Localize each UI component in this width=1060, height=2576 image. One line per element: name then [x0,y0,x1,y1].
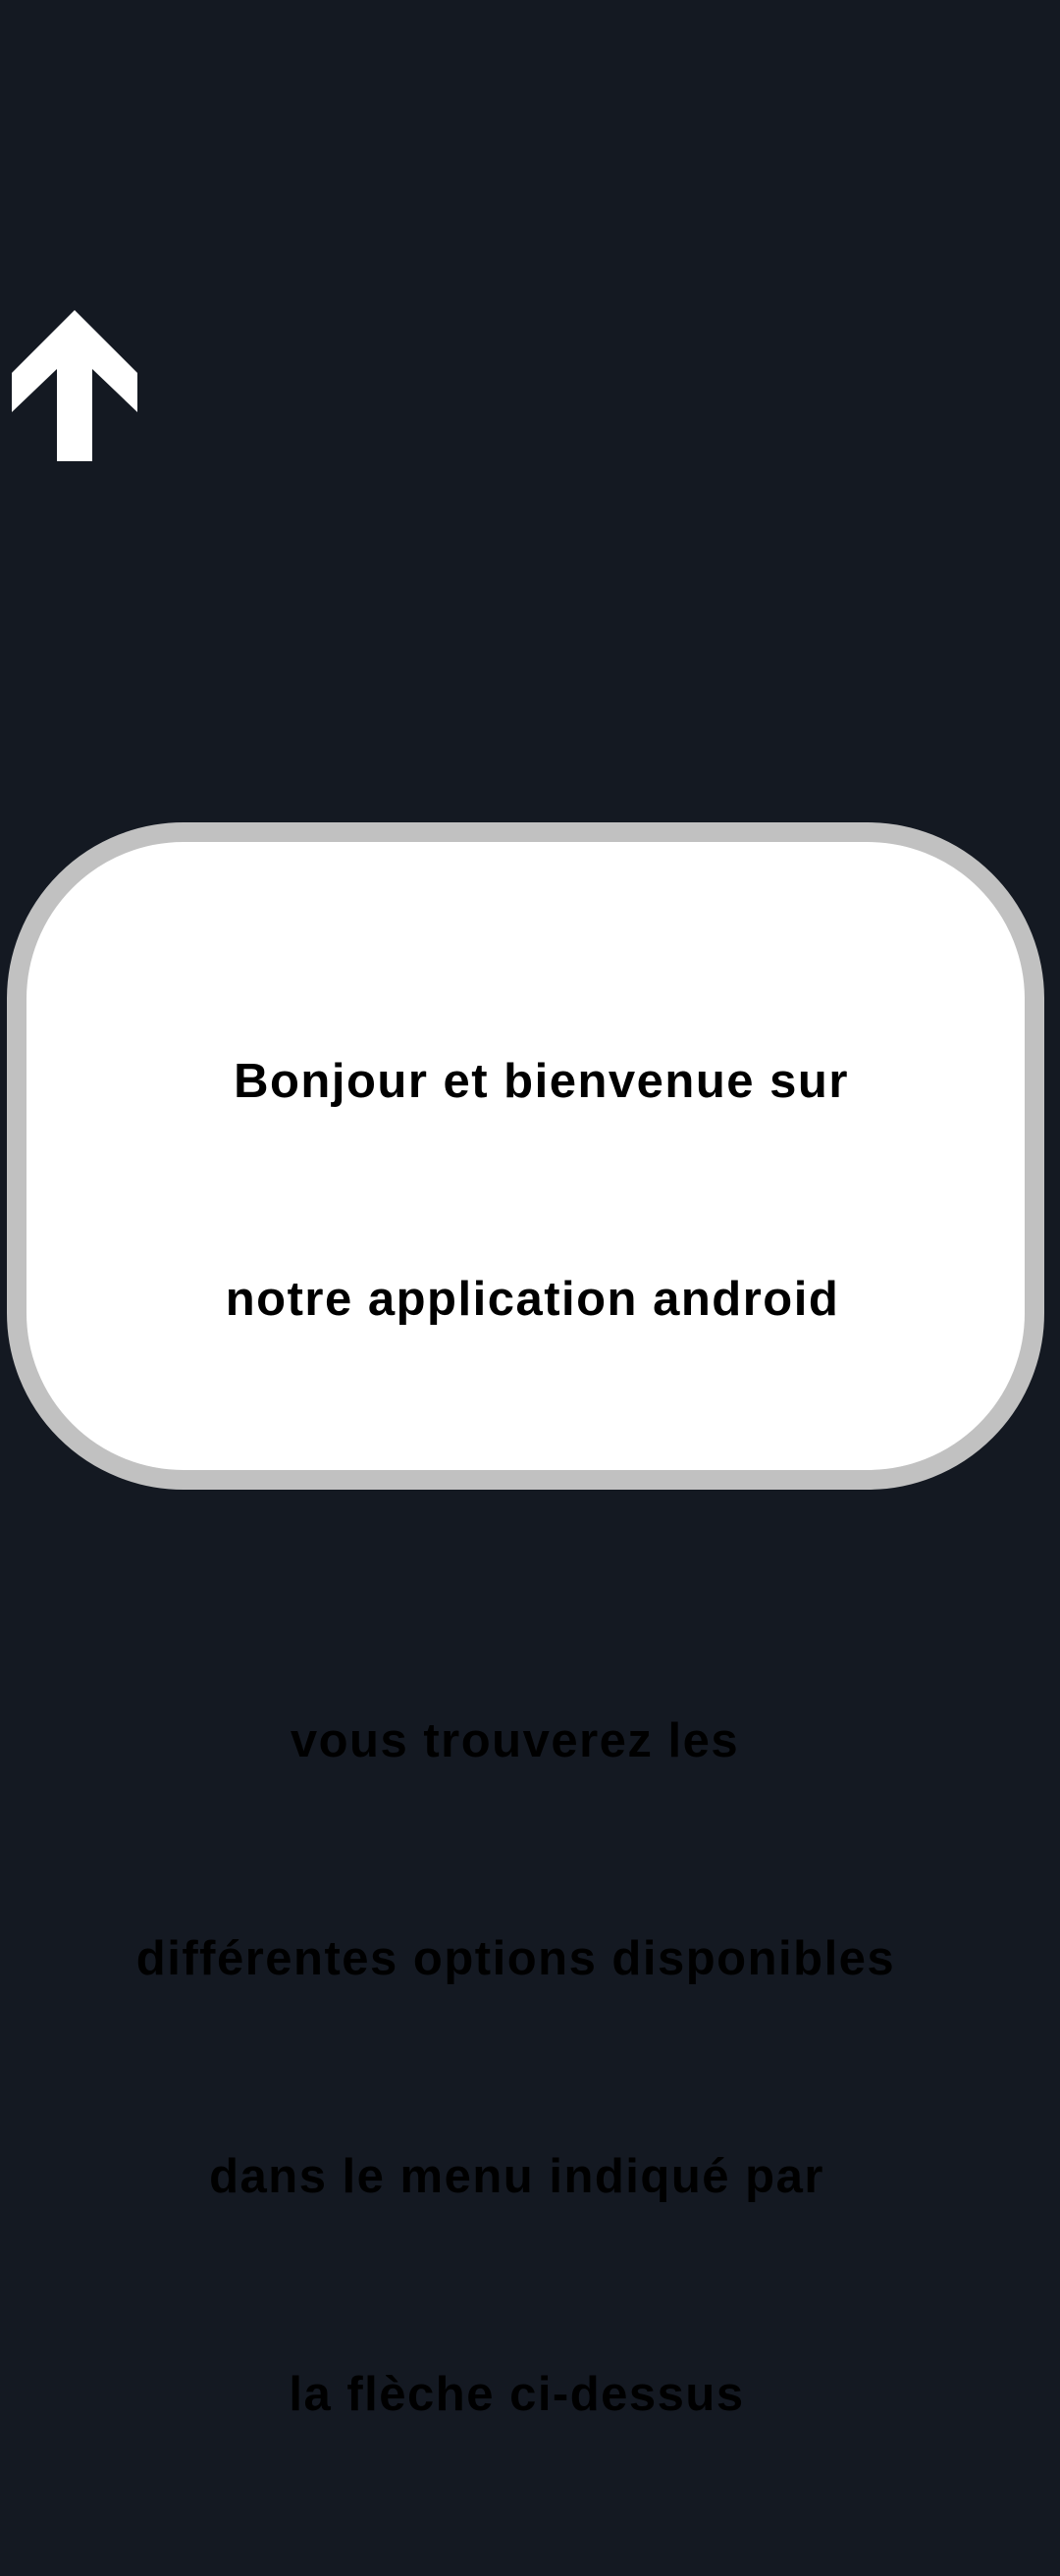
welcome-screen: Bonjour et bienvenue sur notre applicati… [0,0,1060,2421]
welcome-card: Bonjour et bienvenue sur notre applicati… [7,822,1044,2421]
instructions-line-3: dans le menu indiqué par [209,2150,824,2203]
greeting-line-1: Bonjour et bienvenue sur [234,1055,849,1108]
instructions-line-2: différentes options disponibles [135,1932,896,1985]
instructions-line-1: vous trouverez les [290,1714,740,1767]
instructions-line-4: la flèche ci-dessus [289,2368,745,2421]
greeting-line-2: notre application android [225,1273,840,1326]
arrow-up-icon [12,310,137,461]
welcome-message: Bonjour et bienvenue sur notre applicati… [26,900,1025,2576]
